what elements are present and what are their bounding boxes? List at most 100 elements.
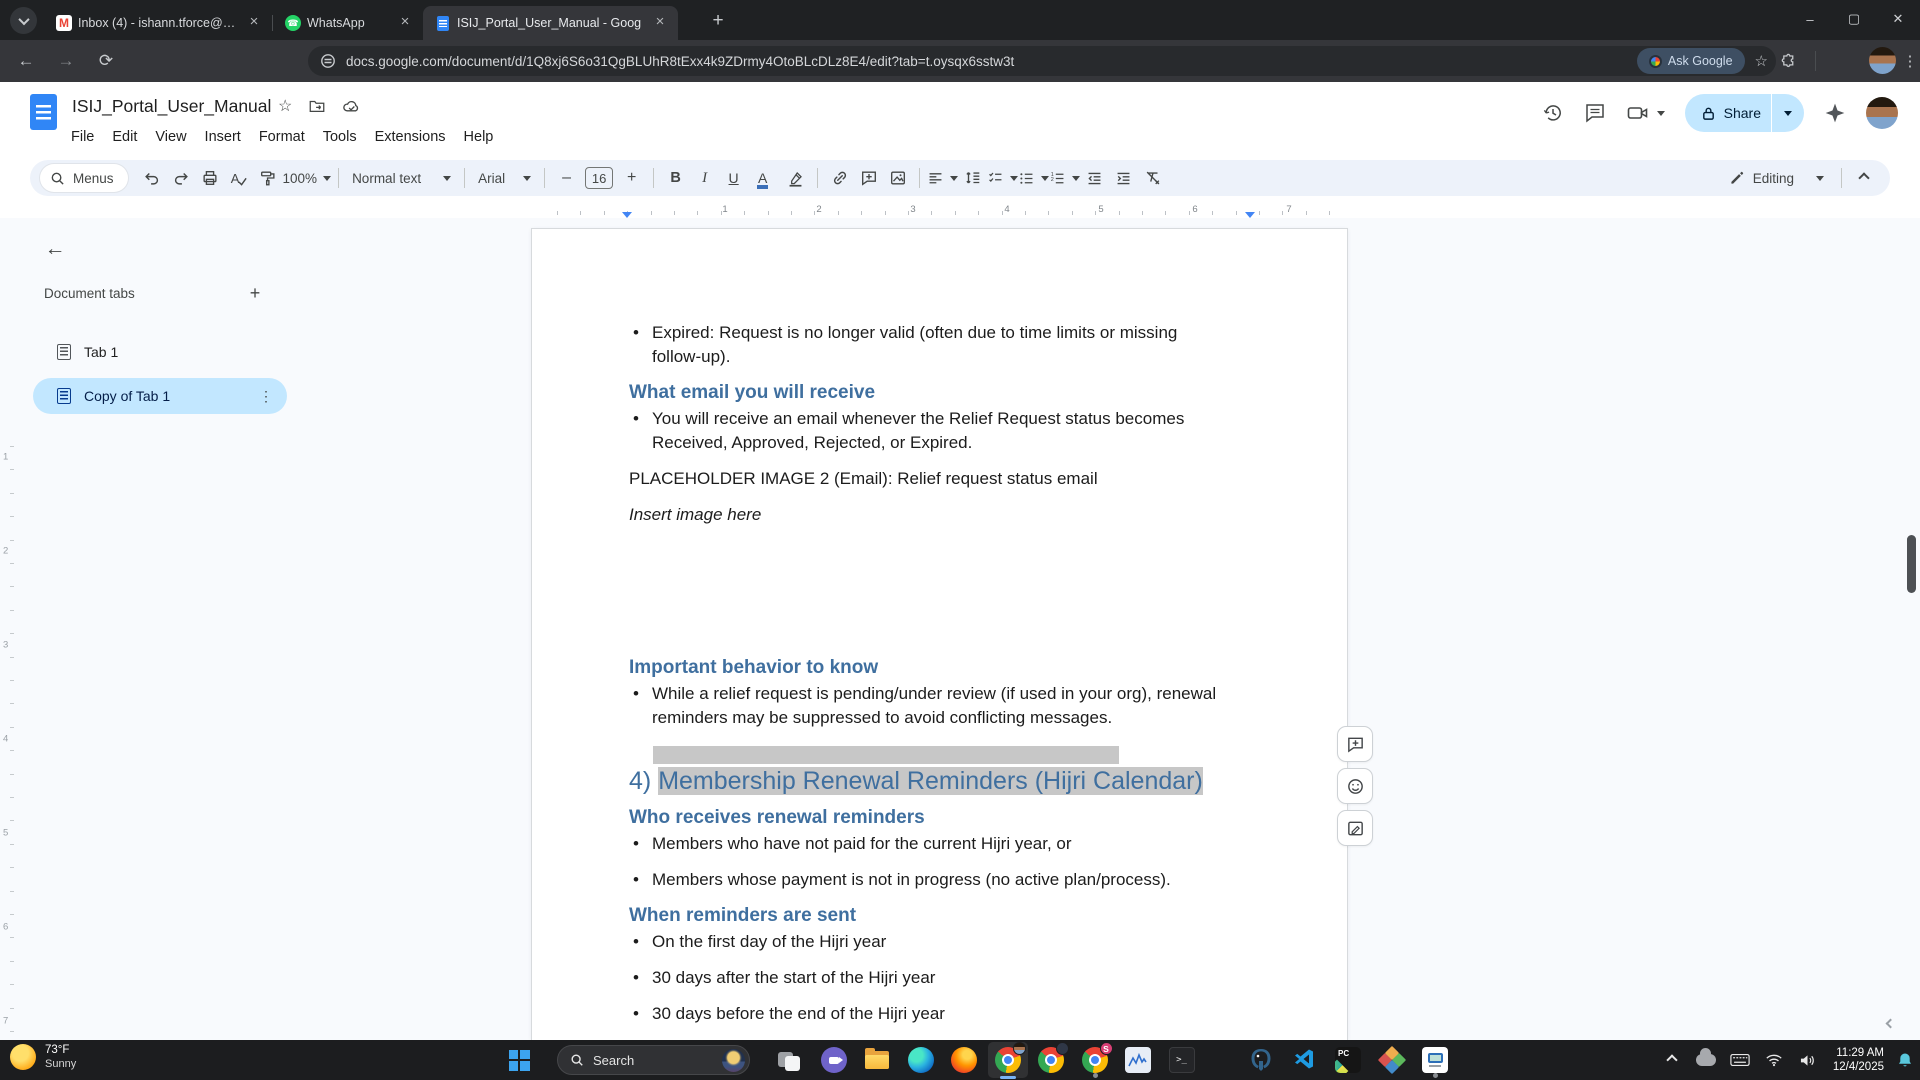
taskbar-chrome-profile-1-icon[interactable] <box>988 1042 1028 1078</box>
tab-close-icon[interactable]: × <box>397 15 413 31</box>
text-color-button[interactable]: A <box>748 164 777 192</box>
address-bar[interactable]: docs.google.com/document/d/1Q8xj6S6o31Qg… <box>308 46 1776 76</box>
star-document-icon[interactable]: ☆ <box>278 96 292 116</box>
move-to-folder-icon[interactable] <box>308 97 326 115</box>
chevron-left-icon[interactable] <box>1887 1014 1894 1032</box>
taskbar-postgresql-icon[interactable] <box>1241 1042 1281 1078</box>
add-document-tab-button[interactable]: + <box>242 280 268 306</box>
menus-search-button[interactable]: Menus <box>40 164 128 192</box>
undo-button[interactable] <box>138 164 167 192</box>
horizontal-ruler[interactable]: 1234567 <box>531 203 1348 217</box>
tray-chevron-up[interactable] <box>1655 1040 1689 1080</box>
document-status-cloud-icon[interactable] <box>342 97 361 116</box>
taskbar-file-explorer-icon[interactable] <box>857 1042 897 1078</box>
vertical-ruler[interactable]: 12345678 <box>0 436 16 1080</box>
hide-menus-button[interactable] <box>1849 164 1878 192</box>
add-comment-button[interactable] <box>854 164 883 192</box>
font-select[interactable]: Arial <box>472 164 537 192</box>
taskbar-edge-icon[interactable] <box>901 1042 941 1078</box>
clear-formatting-button[interactable] <box>1138 164 1167 192</box>
share-button[interactable]: Share <box>1685 94 1804 132</box>
document-tab-item[interactable]: Copy of Tab 1⋮ <box>33 378 287 414</box>
close-tabs-panel-button[interactable]: ← <box>40 234 70 264</box>
tab-close-icon[interactable]: × <box>652 15 668 31</box>
taskbar-clock[interactable]: 11:29 AM 12/4/2025 <box>1833 1046 1884 1074</box>
menu-extensions[interactable]: Extensions <box>366 126 455 148</box>
taskbar-search[interactable]: Search <box>557 1045 750 1075</box>
numbered-list-select[interactable]: 12 <box>1049 164 1080 192</box>
decrease-indent-button[interactable] <box>1080 164 1109 192</box>
editing-mode-select[interactable]: Editing <box>1719 170 1834 186</box>
new-tab-button[interactable]: + <box>706 9 730 33</box>
taskbar-meet-chat-icon[interactable] <box>814 1042 854 1078</box>
video-call-button[interactable] <box>1626 102 1665 124</box>
italic-button[interactable]: I <box>690 164 719 192</box>
vertical-scrollbar[interactable] <box>1907 535 1916 593</box>
forward-button[interactable]: → <box>52 47 80 75</box>
taskbar-libreoffice-icon[interactable] <box>1372 1042 1412 1078</box>
tab-options-kebab-icon[interactable]: ⋮ <box>259 388 273 405</box>
reload-button[interactable]: ⟳ <box>92 47 120 75</box>
font-size-input[interactable]: 16 <box>585 167 613 189</box>
add-comment-margin-button[interactable] <box>1337 726 1373 762</box>
menu-insert[interactable]: Insert <box>196 126 250 148</box>
zoom-select[interactable]: 100% <box>283 164 332 192</box>
document-page[interactable]: •Expired: Request is no longer valid (of… <box>531 228 1348 1040</box>
site-info-icon[interactable] <box>320 53 336 69</box>
browser-tab[interactable]: ISIJ_Portal_User_Manual - Goog× <box>423 6 678 40</box>
taskbar-pycharm-icon[interactable]: PC <box>1328 1042 1368 1078</box>
taskbar-firefox-icon[interactable] <box>944 1042 984 1078</box>
ask-google-button[interactable]: Ask Google <box>1637 48 1745 74</box>
decrease-font-size-button[interactable]: – <box>552 164 581 192</box>
bulleted-list-select[interactable] <box>1018 164 1049 192</box>
increase-font-size-button[interactable]: + <box>617 164 646 192</box>
extensions-icon[interactable] <box>1774 47 1802 75</box>
spellcheck-button[interactable]: A <box>225 164 254 192</box>
browser-tab[interactable]: ☎WhatsApp× <box>273 6 423 40</box>
onedrive-icon[interactable] <box>1689 1040 1723 1080</box>
menu-view[interactable]: View <box>146 126 195 148</box>
menu-tools[interactable]: Tools <box>314 126 366 148</box>
wifi-icon[interactable] <box>1757 1040 1791 1080</box>
share-dropdown[interactable] <box>1772 111 1804 116</box>
notifications-bell-icon[interactable] <box>1890 1040 1920 1080</box>
menu-edit[interactable]: Edit <box>103 126 146 148</box>
start-button[interactable] <box>499 1042 539 1078</box>
paragraph-style-select[interactable]: Normal text <box>346 164 457 192</box>
document-title[interactable]: ISIJ_Portal_User_Manual <box>72 96 271 117</box>
browser-menu-icon[interactable]: ⋮ <box>1896 47 1920 75</box>
docs-file-icon[interactable] <box>30 94 57 130</box>
checklist-select[interactable] <box>987 164 1018 192</box>
taskbar-terminal-icon[interactable]: >_ <box>1162 1042 1202 1078</box>
menu-help[interactable]: Help <box>455 126 503 148</box>
browser-tab[interactable]: MInbox (4) - ishann.tforce@gmail× <box>44 6 272 40</box>
browser-profile-avatar[interactable] <box>1869 47 1896 74</box>
taskbar-task-manager-icon[interactable] <box>1118 1042 1158 1078</box>
redo-button[interactable] <box>167 164 196 192</box>
tab-search-button[interactable] <box>10 7 37 34</box>
taskbar-vscode-icon[interactable] <box>1285 1042 1325 1078</box>
comments-icon[interactable] <box>1584 102 1606 124</box>
suggest-edits-button[interactable] <box>1337 810 1373 846</box>
insert-image-button[interactable] <box>883 164 912 192</box>
align-select[interactable] <box>927 164 958 192</box>
print-button[interactable] <box>196 164 225 192</box>
taskbar-taskpro-icon[interactable] <box>1415 1042 1455 1078</box>
taskbar-chrome-profile-3-icon[interactable]: S <box>1075 1042 1115 1078</box>
document-tab-item[interactable]: Tab 1 <box>33 334 287 370</box>
account-avatar[interactable] <box>1866 97 1898 129</box>
line-spacing-button[interactable] <box>958 164 987 192</box>
menu-format[interactable]: Format <box>250 126 314 148</box>
weather-widget[interactable]: 73°F Sunny <box>10 1043 76 1071</box>
increase-indent-button[interactable] <box>1109 164 1138 192</box>
back-button[interactable]: ← <box>12 47 40 75</box>
taskbar-chrome-profile-2-icon[interactable] <box>1031 1042 1071 1078</box>
paint-format-button[interactable] <box>254 164 283 192</box>
menu-file[interactable]: File <box>62 126 103 148</box>
window-maximize-button[interactable]: ▢ <box>1832 0 1876 38</box>
emoji-reaction-button[interactable] <box>1337 768 1373 804</box>
underline-button[interactable]: U <box>719 164 748 192</box>
bookmark-star-icon[interactable]: ☆ <box>1755 52 1768 70</box>
highlight-color-button[interactable] <box>781 164 810 192</box>
gemini-sparkle-icon[interactable] <box>1824 102 1846 124</box>
